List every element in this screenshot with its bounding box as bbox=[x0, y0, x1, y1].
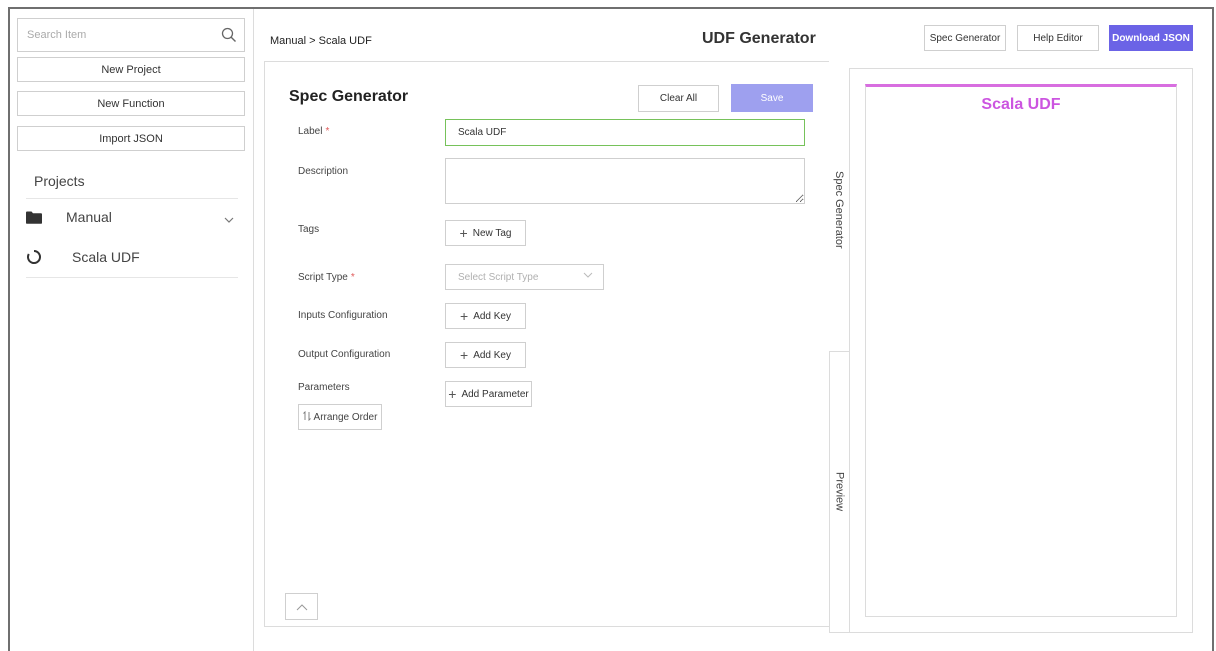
save-button[interactable]: Save bbox=[731, 84, 813, 112]
inputs-config-label: Inputs Configuration bbox=[298, 310, 388, 321]
label-text: Label bbox=[298, 126, 323, 137]
label-input[interactable] bbox=[445, 119, 805, 146]
divider bbox=[26, 277, 238, 278]
parameters-label: Parameters bbox=[298, 382, 350, 393]
tab-preview-label: Preview bbox=[833, 472, 846, 512]
description-textarea[interactable] bbox=[445, 158, 805, 204]
plus-icon: + bbox=[460, 308, 469, 324]
required-mark: * bbox=[325, 126, 330, 137]
preview-card: Scala UDF bbox=[865, 84, 1177, 617]
spec-generator-button[interactable]: Spec Generator bbox=[924, 25, 1006, 51]
add-parameter-label: Add Parameter bbox=[461, 388, 529, 400]
script-type-label: Script Type * bbox=[298, 272, 355, 283]
sidebar: New Project New Function Import JSON Pro… bbox=[10, 9, 254, 651]
search-input[interactable] bbox=[18, 29, 214, 41]
chevron-up-icon bbox=[296, 599, 308, 614]
spinner-icon bbox=[26, 249, 42, 265]
tab-spec-generator[interactable]: Spec Generator bbox=[829, 68, 850, 351]
collapse-button[interactable] bbox=[285, 593, 318, 620]
plus-icon: + bbox=[460, 347, 469, 363]
arrange-order-label: Arrange Order bbox=[313, 411, 378, 423]
new-tag-button[interactable]: + New Tag bbox=[445, 220, 526, 246]
output-config-label: Output Configuration bbox=[298, 349, 391, 360]
projects-title: Projects bbox=[34, 173, 85, 189]
folder-icon bbox=[26, 211, 42, 224]
search-box bbox=[17, 18, 245, 52]
plus-icon: + bbox=[448, 386, 457, 402]
clear-all-button[interactable]: Clear All bbox=[638, 85, 719, 112]
label-field-label: Label * bbox=[298, 126, 329, 137]
tab-spec-generator-label: Spec Generator bbox=[833, 170, 845, 249]
script-type-placeholder: Select Script Type bbox=[458, 271, 539, 283]
plus-icon: + bbox=[459, 225, 468, 241]
required-mark: * bbox=[350, 272, 355, 283]
tree-item-label: Manual bbox=[66, 209, 112, 225]
description-label: Description bbox=[298, 166, 349, 177]
form-title: Spec Generator bbox=[289, 88, 409, 105]
chevron-down-icon bbox=[583, 270, 593, 281]
download-json-button[interactable]: Download JSON bbox=[1109, 25, 1193, 51]
tree-item-manual[interactable]: Manual bbox=[26, 199, 238, 235]
tree-item-label: Scala UDF bbox=[72, 249, 140, 265]
tree-item-scala-udf[interactable]: Scala UDF bbox=[26, 239, 238, 275]
sort-icon bbox=[302, 410, 311, 424]
tags-label: Tags bbox=[298, 224, 320, 235]
arrange-order-button[interactable]: Arrange Order bbox=[298, 404, 382, 430]
add-output-key-button[interactable]: + Add Key bbox=[445, 342, 526, 368]
search-icon[interactable] bbox=[214, 20, 244, 50]
script-type-text: Script Type bbox=[298, 272, 348, 283]
add-input-key-button[interactable]: + Add Key bbox=[445, 303, 526, 329]
add-key-label: Add Key bbox=[473, 310, 511, 322]
breadcrumb: Manual > Scala UDF bbox=[270, 35, 372, 47]
add-key-label: Add Key bbox=[473, 349, 511, 361]
new-project-button[interactable]: New Project bbox=[17, 57, 245, 82]
add-parameter-button[interactable]: + Add Parameter bbox=[445, 381, 532, 407]
page-title: UDF Generator bbox=[702, 30, 816, 47]
import-json-button[interactable]: Import JSON bbox=[17, 126, 245, 151]
new-function-button[interactable]: New Function bbox=[17, 91, 245, 116]
script-type-select[interactable]: Select Script Type bbox=[445, 264, 604, 290]
help-editor-button[interactable]: Help Editor bbox=[1017, 25, 1099, 51]
tab-preview[interactable]: Preview bbox=[829, 351, 850, 633]
chevron-down-icon[interactable] bbox=[224, 212, 234, 226]
preview-title: Scala UDF bbox=[981, 96, 1061, 113]
new-tag-label: New Tag bbox=[472, 227, 512, 239]
